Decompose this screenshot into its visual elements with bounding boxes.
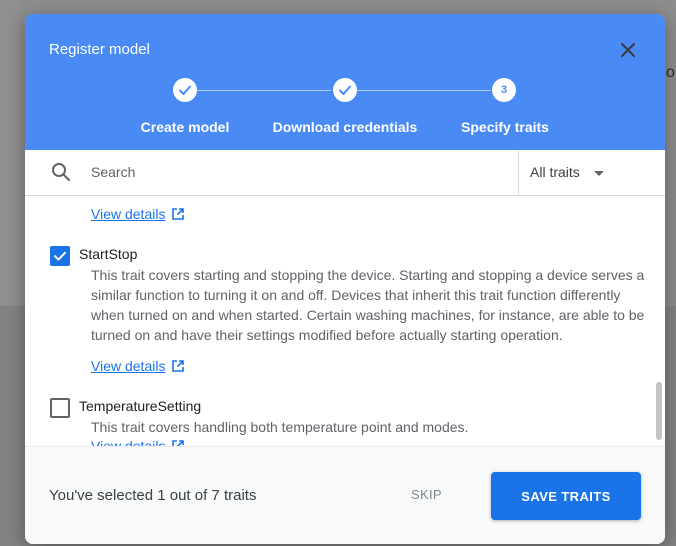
traits-filter-dropdown[interactable]: All traits [518,150,665,195]
traits-list[interactable]: View details StartStop This trait covers… [25,196,665,446]
dialog-title: Register model [49,41,150,58]
check-icon [339,85,351,95]
view-details-link[interactable]: View details [91,358,185,374]
stepper-connector [197,90,331,91]
dialog-footer: You've selected 1 out of 7 traits SKIP S… [25,446,665,544]
step-label-create-model: Create model [140,119,230,135]
background-text: o [666,64,675,81]
filter-selected-value: All traits [530,164,580,180]
trait-description: This trait covers starting and stopping … [91,267,645,343]
view-details-link[interactable]: View details [91,206,185,222]
view-details-link[interactable]: View details [91,438,185,446]
step-label-specify-traits: Specify traits [461,119,549,135]
search-icon [52,163,70,181]
view-details-label: View details [91,438,166,446]
step-number: 3 [500,84,508,96]
close-icon [621,43,635,57]
check-icon [54,251,66,261]
external-link-icon [172,208,185,220]
trait-name: TemperatureSetting [79,398,202,414]
external-link-icon [172,440,185,446]
background-sidebar [0,0,20,306]
save-traits-button[interactable]: SAVE TRAITS [491,472,641,520]
trait-checkbox-temperaturesetting[interactable] [50,398,70,418]
trait-description: This trait covers handling both temperat… [91,419,469,435]
step-3-indicator: 3 [492,78,516,102]
scrollbar-thumb[interactable] [656,382,662,440]
trait-checkbox-startstop[interactable] [50,246,70,266]
trait-name: StartStop [79,246,138,262]
dialog-header: Register model 3 Create model Download c… [25,14,665,150]
view-details-label: View details [91,358,166,374]
selection-status: You've selected 1 out of 7 traits [49,487,257,504]
step-2-indicator [333,78,357,102]
external-link-icon [172,360,185,372]
step-label-download-credentials: Download credentials [272,119,418,135]
search-bar: All traits [25,150,665,196]
check-icon [179,85,191,95]
close-button[interactable] [616,38,640,62]
stepper-connector [357,90,491,91]
view-details-label: View details [91,206,166,222]
skip-button[interactable]: SKIP [411,487,442,502]
step-1-indicator [173,78,197,102]
register-model-dialog: Register model 3 Create model Download c… [25,14,665,544]
caret-down-icon [594,171,604,176]
search-input[interactable] [91,158,511,186]
